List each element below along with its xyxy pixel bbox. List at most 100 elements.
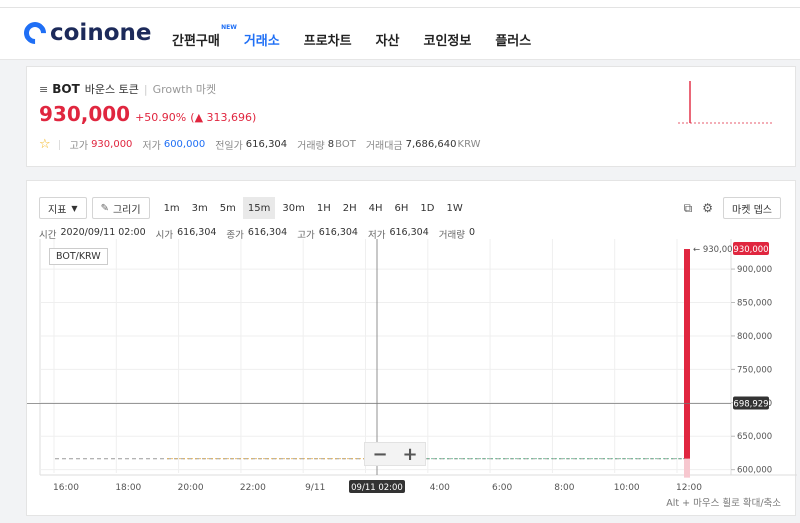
stats-row: ☆ 고가 930,000 저가 600,000 전일가 616,304 거래량 … (39, 137, 491, 152)
y-tick-label: 900,000 (737, 265, 772, 275)
site-header: coinone 간편구매 NEW 거래소 프로차트 자산 코인정보 플러스 (0, 8, 800, 60)
logo-text: coinone (50, 20, 152, 46)
interval-1H[interactable]: 1H (312, 197, 336, 219)
nav-item-coin-info[interactable]: 코인정보 (424, 30, 472, 49)
chart-toolbar-right: ⧉ ⚙ 마켓 뎁스 (684, 197, 781, 219)
low-label: 저가 (142, 141, 161, 152)
interval-1W[interactable]: 1W (441, 197, 467, 219)
indicator-button[interactable]: 지표 ▼ (39, 197, 87, 219)
open-label: 시가 (155, 230, 174, 241)
spike-candle-body (684, 249, 690, 459)
interval-6H[interactable]: 6H (390, 197, 414, 219)
y-tick-label: 800,000 (737, 332, 772, 342)
time-label: 시간 (39, 230, 57, 241)
nav-label: 코인정보 (423, 34, 472, 49)
close-value: 616,304 (247, 227, 288, 238)
amount-label: 거래대금 (365, 141, 403, 152)
x-tick-label: 20:00 (178, 483, 204, 493)
interval-5m[interactable]: 5m (215, 197, 241, 219)
y-tick-label: 650,000 (737, 432, 772, 442)
nav-item-exchange[interactable]: 거래소 (244, 30, 280, 49)
x-tick-label: 10:00 (614, 483, 640, 493)
pair-tag: BOT/KRW (49, 248, 108, 265)
y-tick-label: 600,000 (737, 466, 772, 476)
browser-strip (0, 0, 800, 8)
last-price-label: 930,000 (733, 245, 768, 255)
volume-value: 8BOT (328, 139, 356, 150)
zoom-in-button[interactable]: + (395, 443, 425, 465)
draw-button[interactable]: ✎ 그리기 (91, 197, 150, 219)
low-value: 616,304 (389, 227, 429, 238)
volume-label: 거래량 (297, 141, 325, 152)
amount-value: 7,686,640KRW (406, 139, 481, 150)
change-amount-value: 313,696 (206, 111, 253, 124)
coin-list-menu-icon[interactable]: ≡ (39, 83, 48, 96)
indicator-label: 지표 (48, 204, 67, 216)
nav-item-pro-chart[interactable]: 프로차트 (304, 30, 352, 49)
market-label: Growth 마켓 (152, 83, 217, 96)
nav-label: 거래소 (243, 34, 280, 49)
interval-2H[interactable]: 2H (338, 197, 362, 219)
x-tick-label: 18:00 (115, 483, 141, 493)
y-tick-label: 750,000 (737, 365, 772, 375)
volume-value: 0 (469, 227, 476, 238)
nav-label: 간편구매 (172, 34, 220, 49)
amount-unit: KRW (457, 139, 481, 150)
star-icon[interactable]: ☆ (39, 137, 51, 152)
interval-1D[interactable]: 1D (415, 197, 439, 219)
ohlc-legend: 시간 2020/09/11 02:00 시가 616,304 종가 616,30… (39, 227, 485, 241)
coin-name: 바운스 토큰 (84, 83, 139, 96)
zoom-controls: − + (364, 442, 426, 466)
interval-4H[interactable]: 4H (364, 197, 388, 219)
high-value: 930,000 (91, 139, 133, 150)
chart-toolbar: 지표 ▼ ✎ 그리기 1m 3m 5m 15m 30m 1H 2H 4H 6H 1D 1W (39, 197, 470, 219)
nav-item-plus[interactable]: 플러스 (495, 30, 531, 49)
nav-label: 자산 (375, 34, 400, 49)
x-tick-label: 16:00 (53, 483, 79, 493)
change-amount: (▲ 313,696) (190, 111, 257, 124)
zoom-out-button[interactable]: − (365, 443, 395, 465)
coin-info-card: ≡ BOT 바운스 토큰 | Growth 마켓 930,000 +50.90%… (26, 66, 796, 167)
coin-symbol: BOT (52, 82, 80, 96)
x-tick-label: 6:00 (492, 483, 512, 493)
logo[interactable]: coinone (19, 17, 152, 49)
interval-3m[interactable]: 3m (187, 197, 213, 219)
x-tick-label: 9/11 (305, 483, 325, 493)
amount-number: 7,686,640 (405, 139, 457, 150)
pencil-icon: ✎ (100, 202, 109, 214)
price-row: 930,000 +50.90% (▲ 313,696) (39, 102, 256, 126)
x-tick-label: 12:00 (676, 483, 702, 493)
nav-item-assets[interactable]: 자산 (376, 30, 400, 49)
nav-item-easy-buy[interactable]: 간편구매 NEW (172, 24, 237, 49)
market-depth-button[interactable]: 마켓 뎁스 (723, 197, 781, 219)
gear-icon[interactable]: ⚙ (702, 201, 713, 215)
prev-value: 616,304 (245, 139, 288, 150)
close-label: 종가 (226, 230, 244, 241)
nav-label: 플러스 (495, 34, 532, 49)
volume-number: 8 (327, 139, 335, 150)
new-badge: NEW (221, 24, 237, 31)
crosshair-price-label: 698,929 (733, 400, 768, 410)
high-value: 616,304 (318, 227, 358, 238)
interval-1m[interactable]: 1m (159, 197, 185, 219)
low-label: 저가 (367, 230, 386, 241)
mini-chart (678, 81, 774, 124)
volume-unit: BOT (335, 139, 356, 150)
interval-30m[interactable]: 30m (277, 197, 309, 219)
change-percent: +50.90% (135, 111, 187, 124)
popout-icon[interactable]: ⧉ (684, 201, 693, 216)
main-nav: 간편구매 NEW 거래소 프로차트 자산 코인정보 플러스 (172, 24, 555, 49)
interval-15m[interactable]: 15m (242, 197, 276, 219)
x-tick-label: 4:00 (430, 483, 450, 493)
x-tick-label: 8:00 (554, 483, 574, 493)
x-tick-label: 22:00 (240, 483, 266, 493)
coin-title-row: ≡ BOT 바운스 토큰 | Growth 마켓 (39, 81, 216, 97)
up-arrow-icon: ▲ (194, 111, 204, 124)
divider (58, 139, 60, 150)
volume-bar (684, 458, 690, 478)
nav-label: 프로차트 (303, 34, 352, 49)
open-value: 616,304 (177, 227, 217, 238)
interval-list: 1m 3m 5m 15m 30m 1H 2H 4H 6H 1D 1W (159, 197, 470, 219)
high-annotation: ← 930,000 (693, 245, 738, 255)
high-label: 고가 (69, 141, 89, 152)
